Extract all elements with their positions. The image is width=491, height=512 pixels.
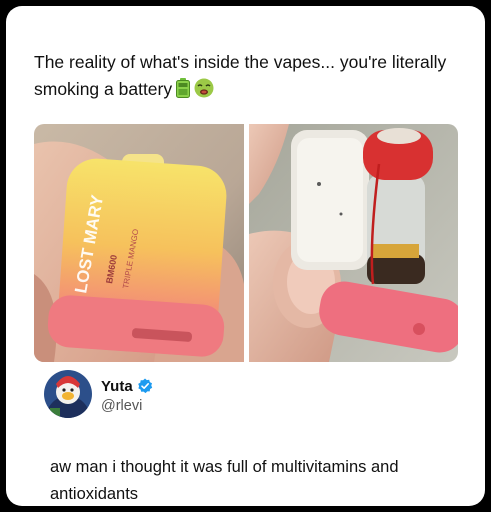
reply-handle[interactable]: @rlevi bbox=[101, 398, 142, 414]
photo-intact-vape[interactable]: LOST MARY BM600 TRIPLE MANGO bbox=[34, 124, 244, 362]
post-text-block: The reality of what's inside the vapes..… bbox=[34, 49, 454, 106]
display-name: Yuta bbox=[101, 378, 133, 395]
post-card: The reality of what's inside the vapes..… bbox=[6, 6, 485, 506]
reply-text: aw man i thought it was full of multivit… bbox=[50, 458, 399, 503]
verified-badge-icon bbox=[137, 378, 153, 398]
reply-author[interactable]: Yuta bbox=[101, 378, 153, 398]
post-text: The reality of what's inside the vapes..… bbox=[34, 52, 447, 99]
media-grid[interactable]: LOST MARY BM600 TRIPLE MANGO bbox=[34, 124, 458, 362]
avatar[interactable] bbox=[44, 370, 92, 418]
battery-emoji-icon bbox=[176, 78, 191, 106]
photo-disassembled-vape[interactable] bbox=[249, 124, 458, 362]
nauseated-face-emoji-icon bbox=[194, 78, 214, 106]
